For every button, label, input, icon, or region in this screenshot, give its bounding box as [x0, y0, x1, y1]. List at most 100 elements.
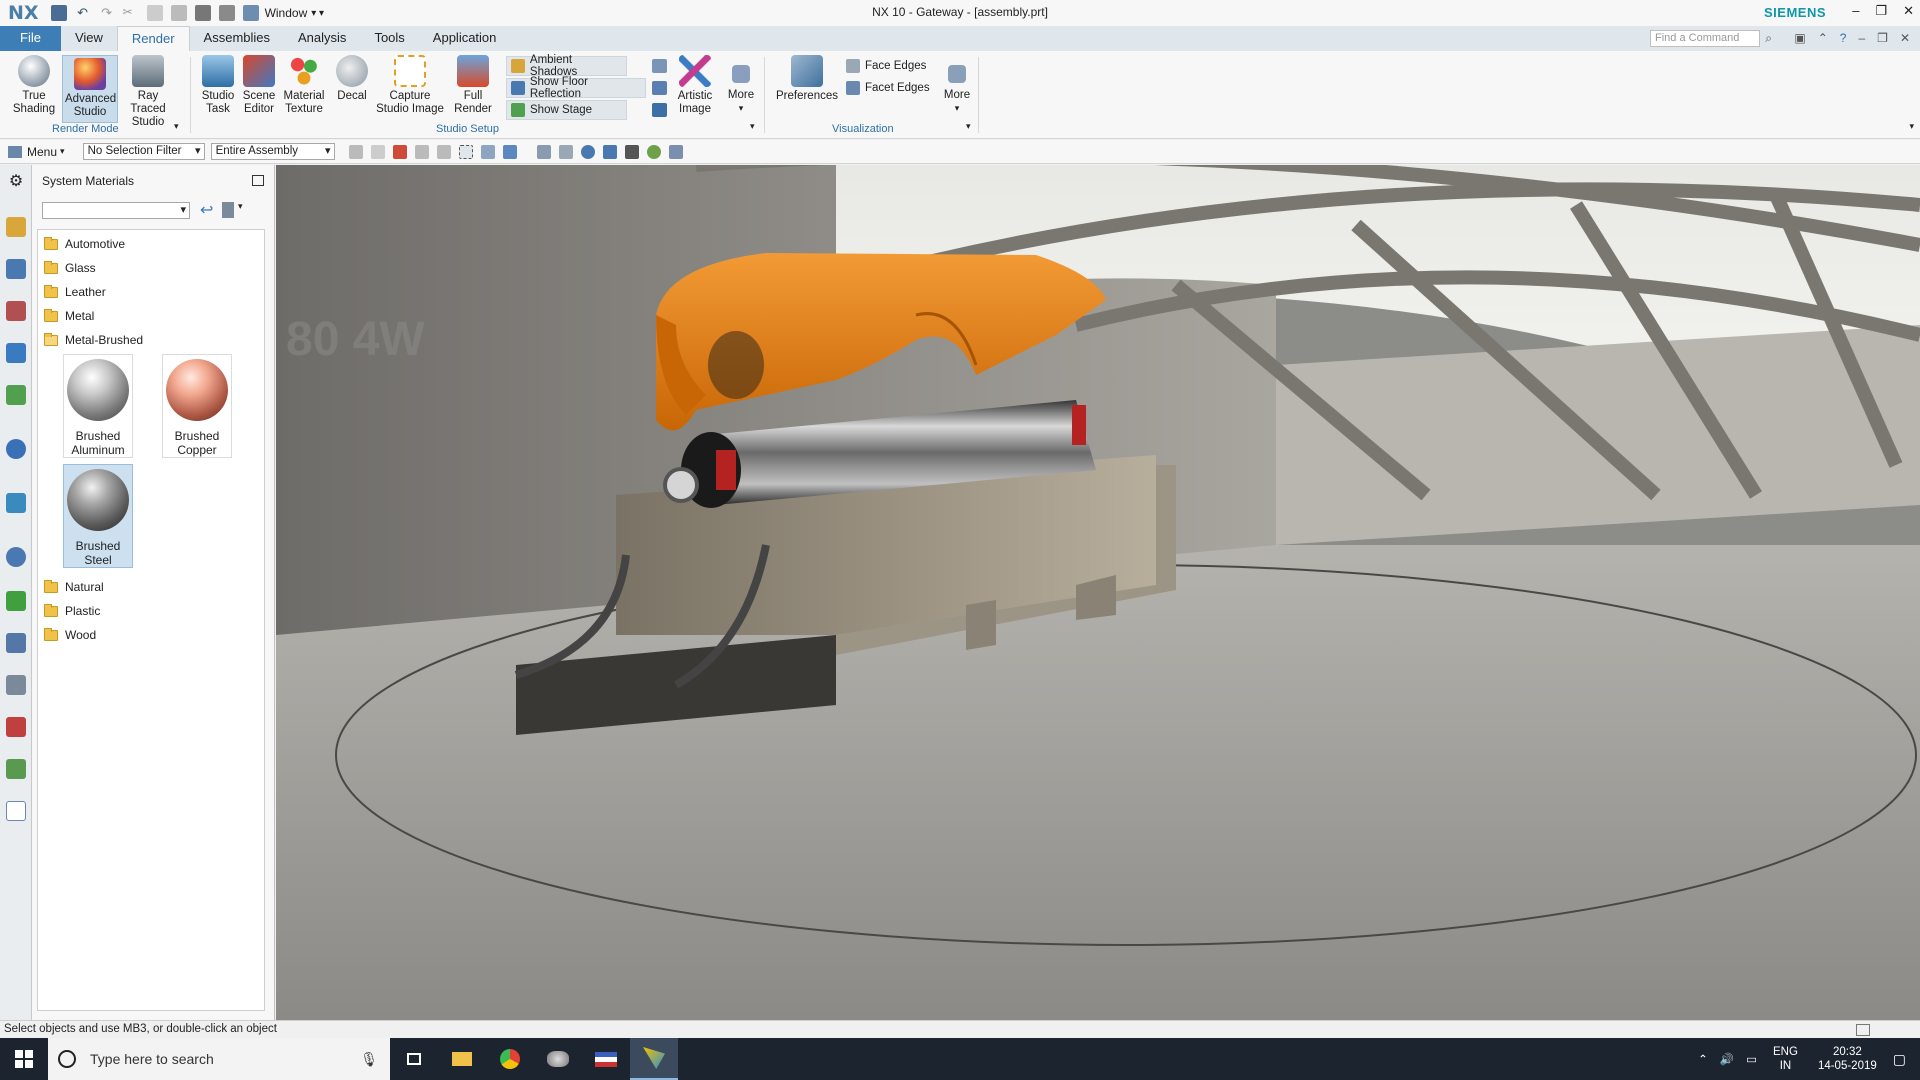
- tab-assemblies[interactable]: Assemblies: [190, 26, 284, 51]
- folder-leather[interactable]: Leather: [44, 283, 106, 301]
- microphone-icon[interactable]: 🎙: [360, 1051, 378, 1068]
- folder-metal-brushed[interactable]: Metal-Brushed: [44, 331, 143, 349]
- chrome-button[interactable]: [486, 1038, 534, 1080]
- selection-scope-select[interactable]: Entire Assembly: [210, 143, 335, 160]
- artistic-image-button[interactable]: Artistic Image: [672, 55, 718, 116]
- chevron-up-icon[interactable]: ⌃: [1698, 1052, 1708, 1066]
- visualization-more-button[interactable]: More ▾: [938, 55, 976, 115]
- system-materials-icon[interactable]: [6, 801, 26, 821]
- point-snap-icon[interactable]: [414, 144, 429, 159]
- clock-icon[interactable]: [6, 547, 26, 567]
- restore-doc-icon[interactable]: ❐: [1877, 31, 1888, 45]
- back-icon[interactable]: ↩: [200, 200, 213, 220]
- cut-icon[interactable]: ✂: [123, 5, 139, 21]
- snap-icon[interactable]: [348, 144, 363, 159]
- save-icon[interactable]: [50, 5, 67, 21]
- ambient-shadows-toggle[interactable]: Ambient Shadows: [506, 54, 627, 78]
- ray-traced-studio-button[interactable]: Ray Traced Studio: [120, 55, 176, 129]
- wireframe-icon[interactable]: [502, 144, 517, 159]
- copy-icon[interactable]: [146, 5, 163, 21]
- lights-icon[interactable]: [652, 59, 667, 73]
- restore-icon[interactable]: ❐: [1875, 3, 1887, 19]
- maximize-panel-icon[interactable]: [252, 175, 264, 186]
- pan-icon[interactable]: [558, 144, 573, 159]
- reuse-library-icon[interactable]: [6, 343, 26, 363]
- window-layout-icon[interactable]: ▣: [1794, 31, 1805, 45]
- tab-tools[interactable]: Tools: [360, 26, 418, 51]
- repeat-command-icon[interactable]: [218, 5, 235, 21]
- web-browser-icon[interactable]: [6, 439, 26, 459]
- help-icon[interactable]: ?: [1840, 31, 1847, 45]
- show-floor-reflection-toggle[interactable]: Show Floor Reflection: [506, 76, 646, 100]
- view-style-arrow[interactable]: ▾: [238, 201, 243, 212]
- graphics-viewport[interactable]: 80 4W: [276, 165, 1920, 1020]
- stage-settings-icon[interactable]: [652, 103, 667, 117]
- show-stage-toggle[interactable]: Show Stage: [506, 100, 627, 120]
- material-brushed-copper[interactable]: Brushed Copper: [162, 354, 232, 458]
- search-icon[interactable]: ⌕: [1765, 31, 1772, 46]
- visualization-dropdown-icon[interactable]: ▾: [966, 121, 971, 132]
- window-menu[interactable]: Window: [265, 6, 308, 20]
- material-brushed-aluminum[interactable]: Brushed Aluminum: [63, 354, 133, 458]
- material-filter-select[interactable]: [42, 202, 190, 219]
- view-fit-icon[interactable]: [480, 144, 495, 159]
- face-edges-toggle[interactable]: Face Edges: [842, 56, 930, 76]
- palettes-icon[interactable]: [6, 759, 26, 779]
- zoom-icon[interactable]: [536, 144, 551, 159]
- orient-view-icon[interactable]: [602, 144, 617, 159]
- ribbon-collapse-icon[interactable]: ⌃: [1818, 31, 1828, 45]
- manufacturing-wizard-icon[interactable]: [6, 633, 26, 653]
- menu-button[interactable]: Menu ▾: [0, 145, 73, 159]
- full-render-button[interactable]: Full Render: [448, 55, 498, 116]
- full-screen-icon[interactable]: [1856, 1024, 1870, 1036]
- window-menu-icon[interactable]: [242, 5, 259, 21]
- tab-analysis[interactable]: Analysis: [284, 26, 360, 51]
- part-navigator-icon[interactable]: [6, 301, 26, 321]
- folder-natural[interactable]: Natural: [44, 578, 104, 596]
- selection-filter-select[interactable]: No Selection Filter: [82, 143, 205, 160]
- constraint-navigator-icon[interactable]: [6, 259, 26, 279]
- close-icon[interactable]: ✕: [1903, 3, 1914, 19]
- deselect-icon[interactable]: [370, 144, 385, 159]
- language-indicator[interactable]: ENG IN: [1773, 1045, 1798, 1073]
- box-select-icon[interactable]: [458, 144, 473, 159]
- facet-edges-toggle[interactable]: Facet Edges: [842, 78, 934, 98]
- tab-file[interactable]: File: [0, 26, 61, 51]
- window-menu-arrow[interactable]: ▾ ▾: [311, 8, 324, 19]
- task-view-button[interactable]: [390, 1038, 438, 1080]
- roles-icon[interactable]: [6, 675, 26, 695]
- undo-icon[interactable]: ↶: [75, 5, 91, 21]
- nx-taskbar-button[interactable]: [630, 1038, 678, 1080]
- rotate-icon[interactable]: [580, 144, 595, 159]
- windows-start-button[interactable]: [0, 1038, 48, 1080]
- scene-editor-button[interactable]: Scene Editor: [238, 55, 280, 116]
- find-command-input[interactable]: Find a Command: [1650, 30, 1760, 47]
- capture-studio-image-button[interactable]: Capture Studio Image: [374, 55, 446, 116]
- studio-more-button[interactable]: More ▾: [722, 55, 760, 115]
- paste-icon[interactable]: [170, 5, 187, 21]
- folder-metal[interactable]: Metal: [44, 307, 94, 325]
- volume-icon[interactable]: 🔊: [1720, 1052, 1734, 1066]
- render-style-icon[interactable]: [624, 144, 639, 159]
- background-icon[interactable]: [652, 81, 667, 95]
- folder-automotive[interactable]: Automotive: [44, 235, 125, 253]
- folder-wood[interactable]: Wood: [44, 626, 96, 644]
- minimize-doc-icon[interactable]: –: [1858, 31, 1865, 45]
- render-mode-dropdown-icon[interactable]: ▾: [174, 121, 179, 132]
- decal-button[interactable]: Decal: [330, 55, 374, 103]
- folder-plastic[interactable]: Plastic: [44, 602, 100, 620]
- studio-setup-dropdown-icon[interactable]: ▾: [750, 121, 755, 132]
- ribbon-options-icon[interactable]: ▾: [1909, 121, 1914, 132]
- show-hide-icon[interactable]: [668, 144, 683, 159]
- redo-icon[interactable]: ↷: [99, 5, 115, 21]
- tab-application[interactable]: Application: [419, 26, 511, 51]
- close-doc-icon[interactable]: ✕: [1900, 31, 1910, 45]
- assembly-navigator-icon[interactable]: [6, 217, 26, 237]
- process-studio-icon[interactable]: [6, 591, 26, 611]
- flag-app-button[interactable]: [582, 1038, 630, 1080]
- system-scene-icon[interactable]: [6, 717, 26, 737]
- true-shading-button[interactable]: True Shading: [8, 55, 60, 116]
- tab-view[interactable]: View: [61, 26, 117, 51]
- studio-task-button[interactable]: Studio Task: [196, 55, 240, 116]
- display-sphere-icon[interactable]: [646, 144, 661, 159]
